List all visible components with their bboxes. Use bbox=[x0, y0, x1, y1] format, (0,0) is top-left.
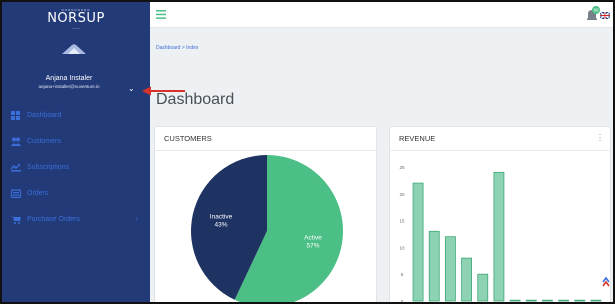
chevron-right-icon: › bbox=[135, 215, 138, 223]
revenue-bar[interactable] bbox=[558, 299, 569, 302]
topbar: 99 bbox=[150, 2, 613, 28]
revenue-bar[interactable] bbox=[525, 299, 537, 302]
y-tick-label: 0 bbox=[401, 299, 404, 304]
y-tick-label: 10 bbox=[399, 245, 405, 250]
avatar bbox=[62, 44, 86, 54]
pie-label: Inactive bbox=[210, 214, 233, 221]
revenue-bar[interactable] bbox=[542, 299, 553, 302]
language-flag-icon[interactable] bbox=[600, 12, 610, 19]
sidebar-item-label: Dashboard bbox=[27, 111, 62, 119]
sidebar: ooooooooo NORSUP ——— Anjana Instaler anj… bbox=[2, 2, 150, 302]
page-title: Dashboard bbox=[156, 91, 235, 108]
y-tick-label: 15 bbox=[399, 219, 405, 224]
pie-label: Active bbox=[304, 234, 322, 241]
sidebar-item-subscriptions[interactable]: Subscriptions bbox=[2, 154, 150, 180]
sidebar-item-customers[interactable]: Customers bbox=[2, 128, 150, 154]
sidebar-nav: Dashboard Customers Subscriptions Orders bbox=[2, 102, 150, 232]
sidebar-item-label: Customers bbox=[27, 137, 61, 145]
user-email: anjana+installer@nuventure.in bbox=[38, 84, 100, 89]
y-tick-label: 25 bbox=[399, 165, 405, 170]
brand-name: NORSUP bbox=[47, 11, 105, 26]
sidebar-item-label: Orders bbox=[27, 189, 49, 197]
revenue-bar[interactable] bbox=[461, 257, 472, 302]
revenue-bar[interactable] bbox=[412, 182, 424, 302]
sidebar-item-orders[interactable]: Orders bbox=[2, 180, 150, 206]
revenue-bar[interactable] bbox=[445, 236, 456, 302]
chevron-down-icon[interactable]: ⌄ bbox=[128, 85, 135, 93]
customers-pie-chart: Active57% Inactive43% bbox=[191, 155, 343, 302]
revenue-bar[interactable] bbox=[493, 171, 505, 302]
user-name: Anjana Instaler bbox=[45, 75, 93, 82]
y-tick-label: 20 bbox=[399, 192, 405, 197]
sidebar-item-label: Subscriptions bbox=[27, 163, 70, 171]
hamburger-menu-icon[interactable] bbox=[156, 10, 166, 19]
sidebar-item-purchase-orders[interactable]: Purchase Orders › bbox=[2, 206, 150, 232]
notification-count: 99 bbox=[593, 8, 599, 13]
customers-card: CUSTOMERS Active 57% Inactive 43% bbox=[154, 126, 377, 302]
revenue-bar[interactable] bbox=[574, 299, 586, 302]
app-window: ooooooooo NORSUP ——— Anjana Instaler anj… bbox=[0, 0, 615, 304]
y-tick-label: 5 bbox=[401, 272, 404, 277]
pie-value-label: 43% bbox=[215, 222, 228, 229]
sidebar-item-label: Purchase Orders bbox=[27, 215, 80, 223]
revenue-bar[interactable] bbox=[590, 299, 602, 302]
scroll-to-top-icon[interactable] bbox=[600, 276, 612, 288]
pie-value-label: 57% bbox=[306, 242, 319, 249]
sidebar-item-dashboard[interactable]: Dashboard bbox=[2, 102, 150, 128]
dashboard-icon bbox=[11, 110, 21, 120]
brand-tagline: ——— bbox=[71, 26, 81, 30]
revenue-bar[interactable] bbox=[509, 299, 521, 302]
notification-bell-icon[interactable]: 99 bbox=[586, 6, 600, 22]
brand-logo[interactable]: ooooooooo NORSUP ——— bbox=[2, 2, 150, 36]
orders-icon bbox=[10, 188, 22, 198]
cart-icon bbox=[11, 215, 21, 224]
users-icon bbox=[11, 137, 21, 146]
revenue-card: REVENUE ⋮ 0 5 10 15 20 25 bbox=[389, 126, 611, 304]
breadcrumb[interactable]: Dashboard > Index bbox=[156, 45, 198, 51]
revenue-bar-chart: 0 5 10 15 20 25 bbox=[399, 165, 602, 304]
revenue-bar[interactable] bbox=[477, 273, 489, 302]
subscriptions-icon bbox=[10, 162, 21, 172]
revenue-bar[interactable] bbox=[428, 230, 440, 302]
